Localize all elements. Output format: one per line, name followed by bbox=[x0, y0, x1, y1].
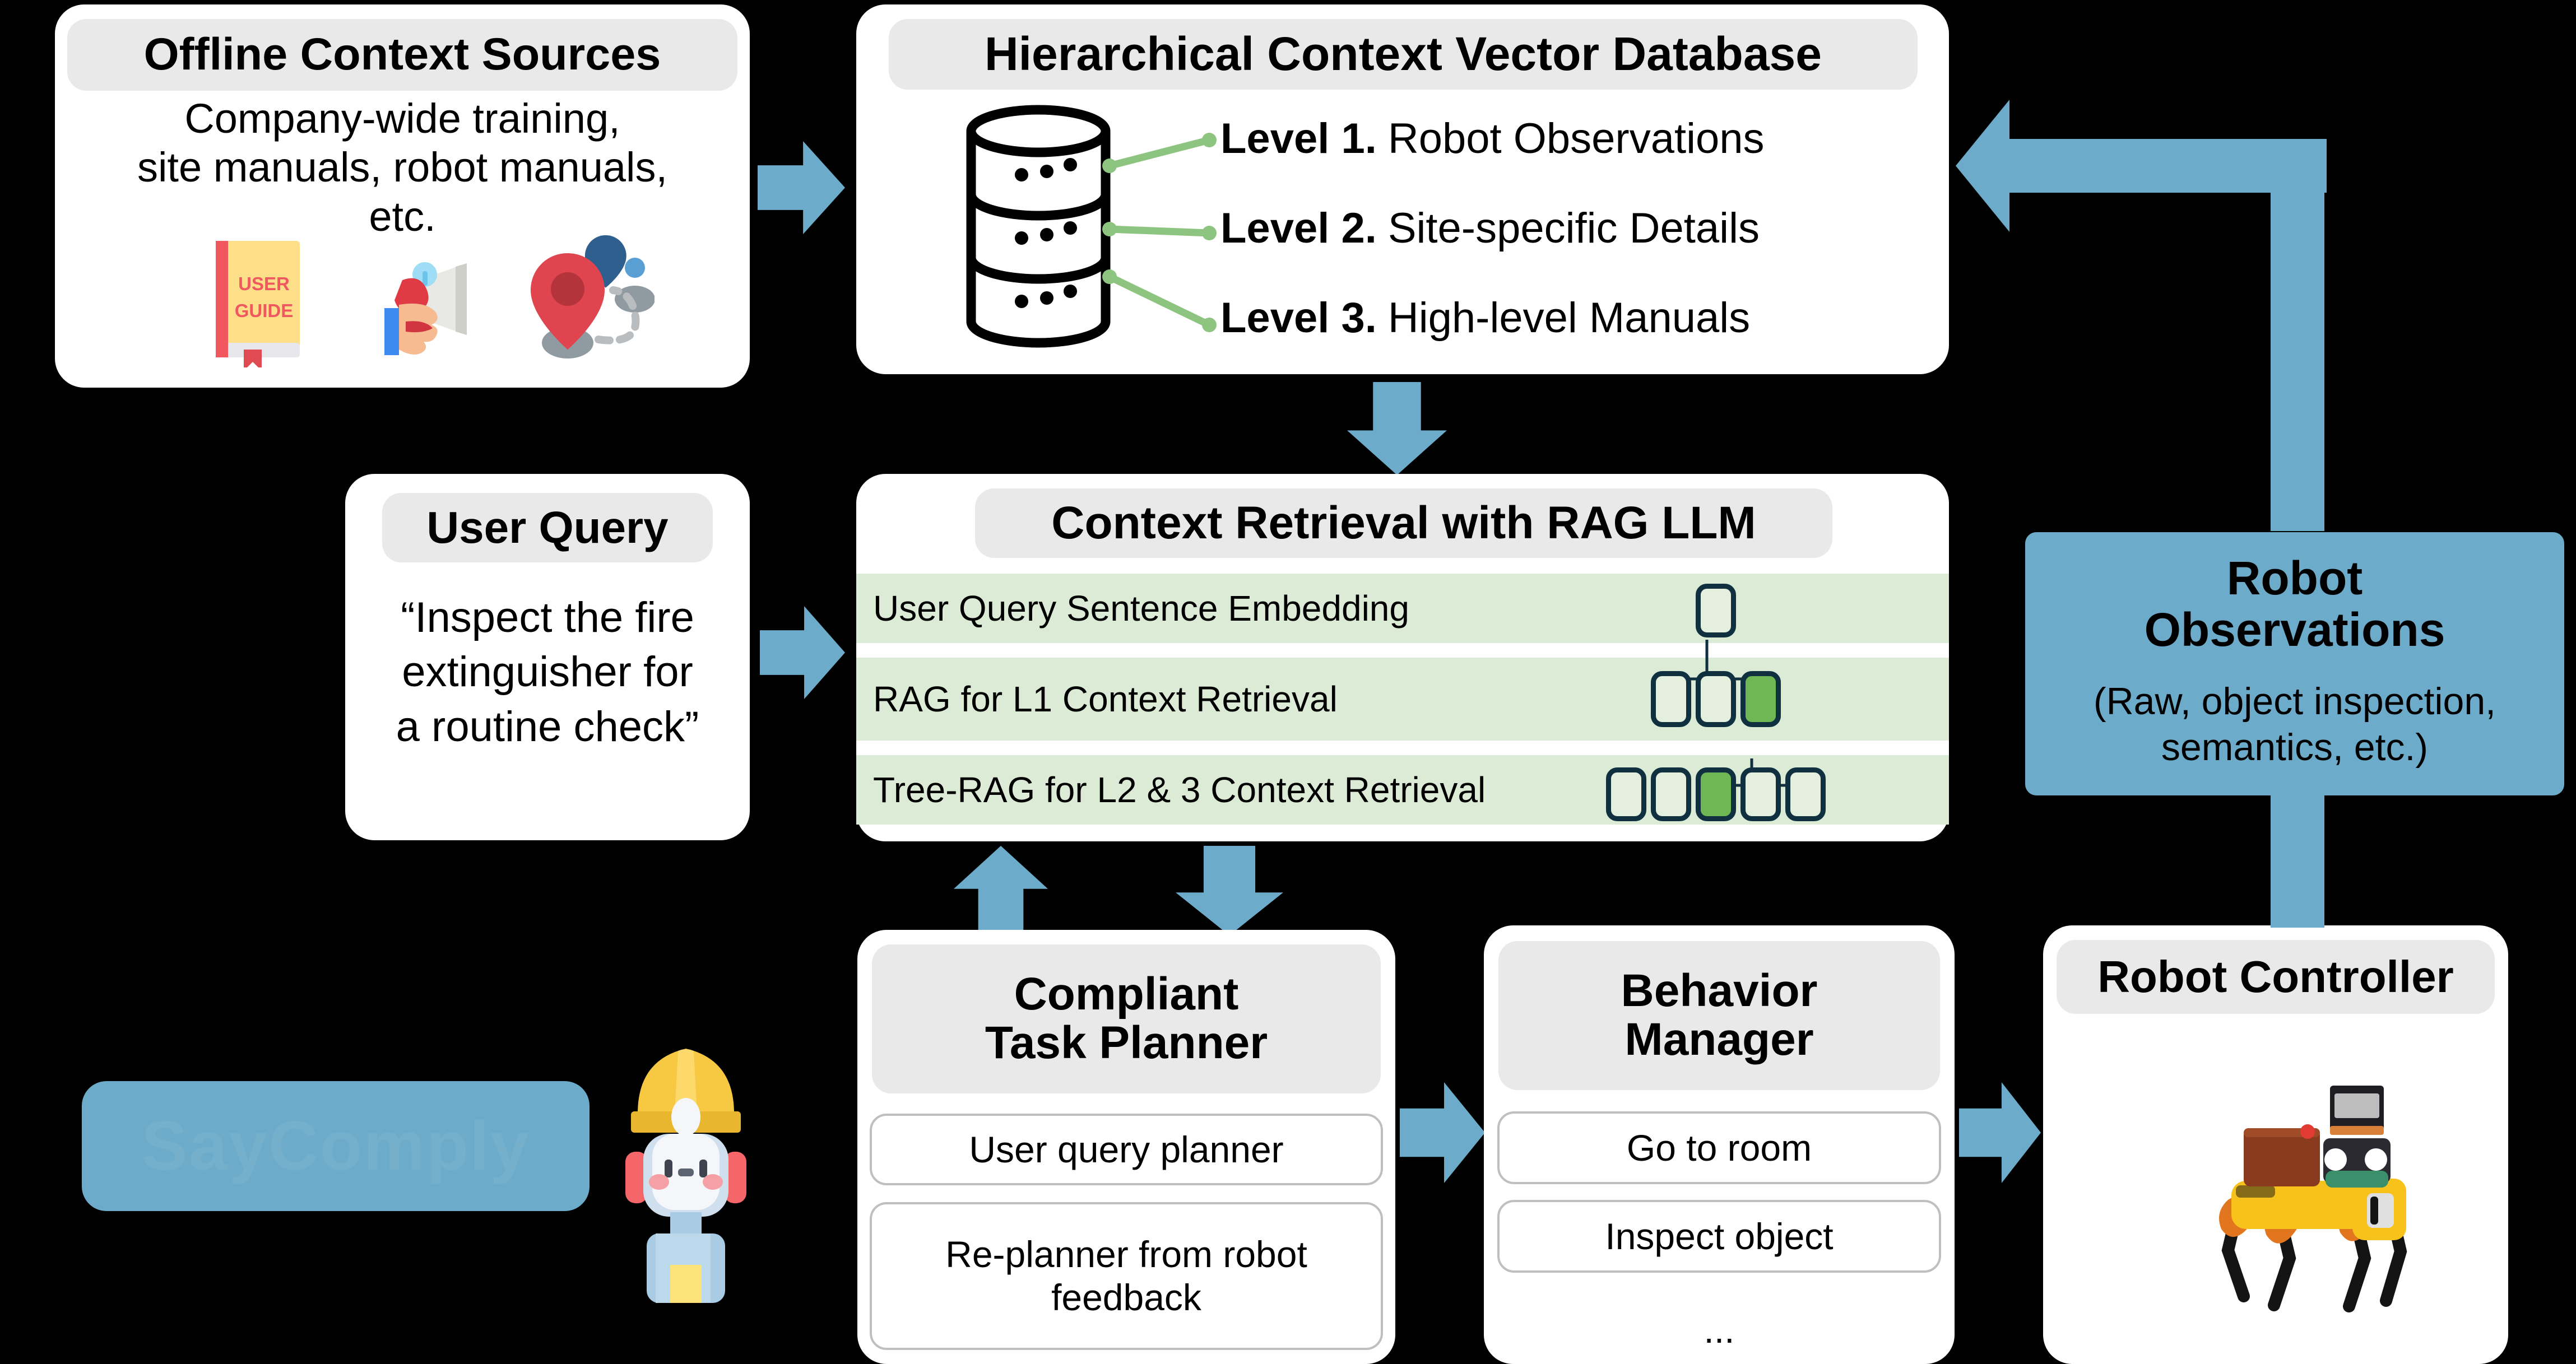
arrow-db-to-retrieval bbox=[1347, 382, 1447, 475]
svg-text:GUIDE: GUIDE bbox=[235, 300, 294, 321]
retrieval-row-l1-label: RAG for L1 Context Retrieval bbox=[873, 679, 1338, 719]
behavior-item-2-label: Inspect object bbox=[1605, 1215, 1834, 1257]
arrow-retrieval-to-planner bbox=[1176, 846, 1283, 935]
task-planner-item-1-label: User query planner bbox=[969, 1128, 1284, 1170]
panel-robot-controller[interactable]: Robot Controller bbox=[2043, 925, 2508, 1364]
behavior-manager-title-line-2: Manager bbox=[1624, 1014, 1814, 1065]
quadruped-robot-icon bbox=[2170, 1065, 2439, 1334]
l1-node-2[interactable] bbox=[1696, 671, 1736, 727]
task-planner-title-line-1: Compliant bbox=[1014, 969, 1239, 1020]
saycomply-wordmark-plate: SayComply bbox=[82, 1081, 590, 1211]
task-planner-title: Compliant Task Planner bbox=[872, 944, 1381, 1093]
user-query-line-3: a routine check” bbox=[396, 702, 699, 751]
l2l3-node-4[interactable] bbox=[1740, 767, 1781, 821]
arrow-sources-to-db bbox=[758, 141, 845, 234]
offline-sources-line-2: site manuals, robot manuals, bbox=[137, 144, 668, 191]
arrow-query-to-retrieval bbox=[760, 606, 845, 699]
offline-sources-body: Company-wide training, site manuals, rob… bbox=[66, 94, 739, 241]
svg-text:USER: USER bbox=[238, 273, 290, 294]
diagram-canvas: Offline Context Sources Company-wide tra… bbox=[0, 0, 2576, 1364]
megaphone-announcement-icon bbox=[369, 257, 486, 369]
user-query-text: “Inspect the fire extinguisher for a rou… bbox=[355, 590, 740, 754]
user-query-line-2: extinguisher for bbox=[402, 648, 693, 696]
robot-worker-mascot-icon bbox=[604, 1041, 767, 1304]
map-route-pins-icon bbox=[520, 233, 655, 367]
arrow-planner-to-behavior bbox=[1400, 1082, 1485, 1183]
user-query-title: User Query bbox=[382, 493, 713, 562]
context-retrieval-title: Context Retrieval with RAG LLM bbox=[975, 488, 1832, 558]
l2l3-node-2[interactable] bbox=[1651, 767, 1691, 821]
panel-robot-observations[interactable]: Robot Observations (Raw, object inspecti… bbox=[2025, 532, 2564, 795]
level-row-3: Level 3. High-level Manuals bbox=[1220, 294, 1750, 342]
level-1-text: Robot Observations bbox=[1387, 115, 1765, 162]
level-2-label: Level 2. bbox=[1220, 204, 1377, 252]
level-row-2: Level 2. Site-specific Details bbox=[1220, 204, 1760, 253]
retrieval-row-l2l3-label: Tree-RAG for L2 & 3 Context Retrieval bbox=[873, 770, 1486, 810]
observation-feedback-line-horizontal bbox=[1998, 139, 2327, 193]
robot-controller-title: Robot Controller bbox=[2057, 940, 2495, 1014]
arrow-observations-to-db bbox=[1956, 100, 2009, 232]
offline-sources-line-1: Company-wide training, bbox=[184, 95, 620, 142]
panel-offline-context-sources[interactable]: Offline Context Sources Company-wide tra… bbox=[55, 4, 750, 388]
behavior-item-1-label: Go to room bbox=[1626, 1126, 1812, 1169]
task-planner-title-line-2: Task Planner bbox=[985, 1017, 1268, 1068]
robot-observations-sub-line-2: semantics, etc.) bbox=[2161, 725, 2429, 769]
robot-observations-title-line-2: Observations bbox=[2144, 603, 2445, 657]
behavior-item-go-to-room[interactable]: Go to room bbox=[1497, 1111, 1941, 1184]
observation-feedback-line-vertical-upper bbox=[2271, 139, 2324, 531]
behavior-item-inspect-object[interactable]: Inspect object bbox=[1497, 1200, 1941, 1273]
level-2-text: Site-specific Details bbox=[1387, 204, 1760, 252]
level-3-label: Level 3. bbox=[1220, 294, 1377, 342]
embedding-node-1[interactable] bbox=[1696, 584, 1736, 637]
l2l3-node-1[interactable] bbox=[1606, 767, 1646, 821]
l2l3-node-3-selected[interactable] bbox=[1696, 767, 1736, 821]
retrieval-row-embedding-label: User Query Sentence Embedding bbox=[873, 588, 1409, 629]
observation-feedback-line-vertical-lower bbox=[2271, 784, 2324, 928]
task-planner-item-user-query-planner[interactable]: User query planner bbox=[870, 1114, 1383, 1185]
level-3-text: High-level Manuals bbox=[1387, 294, 1751, 342]
panel-context-retrieval[interactable]: Context Retrieval with RAG LLM User Quer… bbox=[856, 474, 1949, 841]
l2l3-node-5[interactable] bbox=[1785, 767, 1826, 821]
database-cylinder-icon bbox=[963, 103, 1114, 350]
robot-observations-title-line-1: Robot bbox=[2226, 552, 2363, 604]
behavior-manager-title-line-1: Behavior bbox=[1621, 965, 1818, 1017]
panel-task-planner[interactable]: Compliant Task Planner User query planne… bbox=[857, 930, 1395, 1364]
robot-observations-subtitle: (Raw, object inspection, semantics, etc.… bbox=[2025, 679, 2564, 770]
behavior-manager-title: Behavior Manager bbox=[1498, 941, 1940, 1090]
l1-node-1[interactable] bbox=[1651, 671, 1691, 727]
vector-db-title: Hierarchical Context Vector Database bbox=[889, 19, 1918, 90]
user-query-line-1: “Inspect the fire bbox=[401, 594, 694, 641]
l1-node-3-selected[interactable] bbox=[1740, 671, 1781, 727]
robot-observations-title: Robot Observations bbox=[2025, 552, 2564, 656]
robot-observations-sub-line-1: (Raw, object inspection, bbox=[2093, 680, 2496, 723]
user-guide-book-icon: USER GUIDE bbox=[203, 239, 310, 371]
arrow-behavior-to-controller bbox=[1959, 1082, 2041, 1183]
task-planner-item-replanner[interactable]: Re-planner from robot feedback bbox=[870, 1202, 1383, 1350]
offline-sources-title: Offline Context Sources bbox=[67, 19, 737, 91]
level-row-1: Level 1. Robot Observations bbox=[1220, 114, 1765, 163]
panel-user-query[interactable]: User Query “Inspect the fire extinguishe… bbox=[345, 474, 750, 840]
panel-behavior-manager[interactable]: Behavior Manager Go to room Inspect obje… bbox=[1484, 925, 1955, 1364]
task-planner-item-2-label: Re-planner from robot feedback bbox=[945, 1233, 1307, 1318]
saycomply-wordmark: SayComply bbox=[141, 1107, 530, 1185]
behavior-items-ellipsis: ... bbox=[1704, 1309, 1735, 1351]
panel-vector-database[interactable]: Hierarchical Context Vector Database Lev… bbox=[856, 4, 1949, 374]
level-1-label: Level 1. bbox=[1220, 115, 1377, 162]
arrow-planner-to-retrieval bbox=[954, 846, 1048, 935]
